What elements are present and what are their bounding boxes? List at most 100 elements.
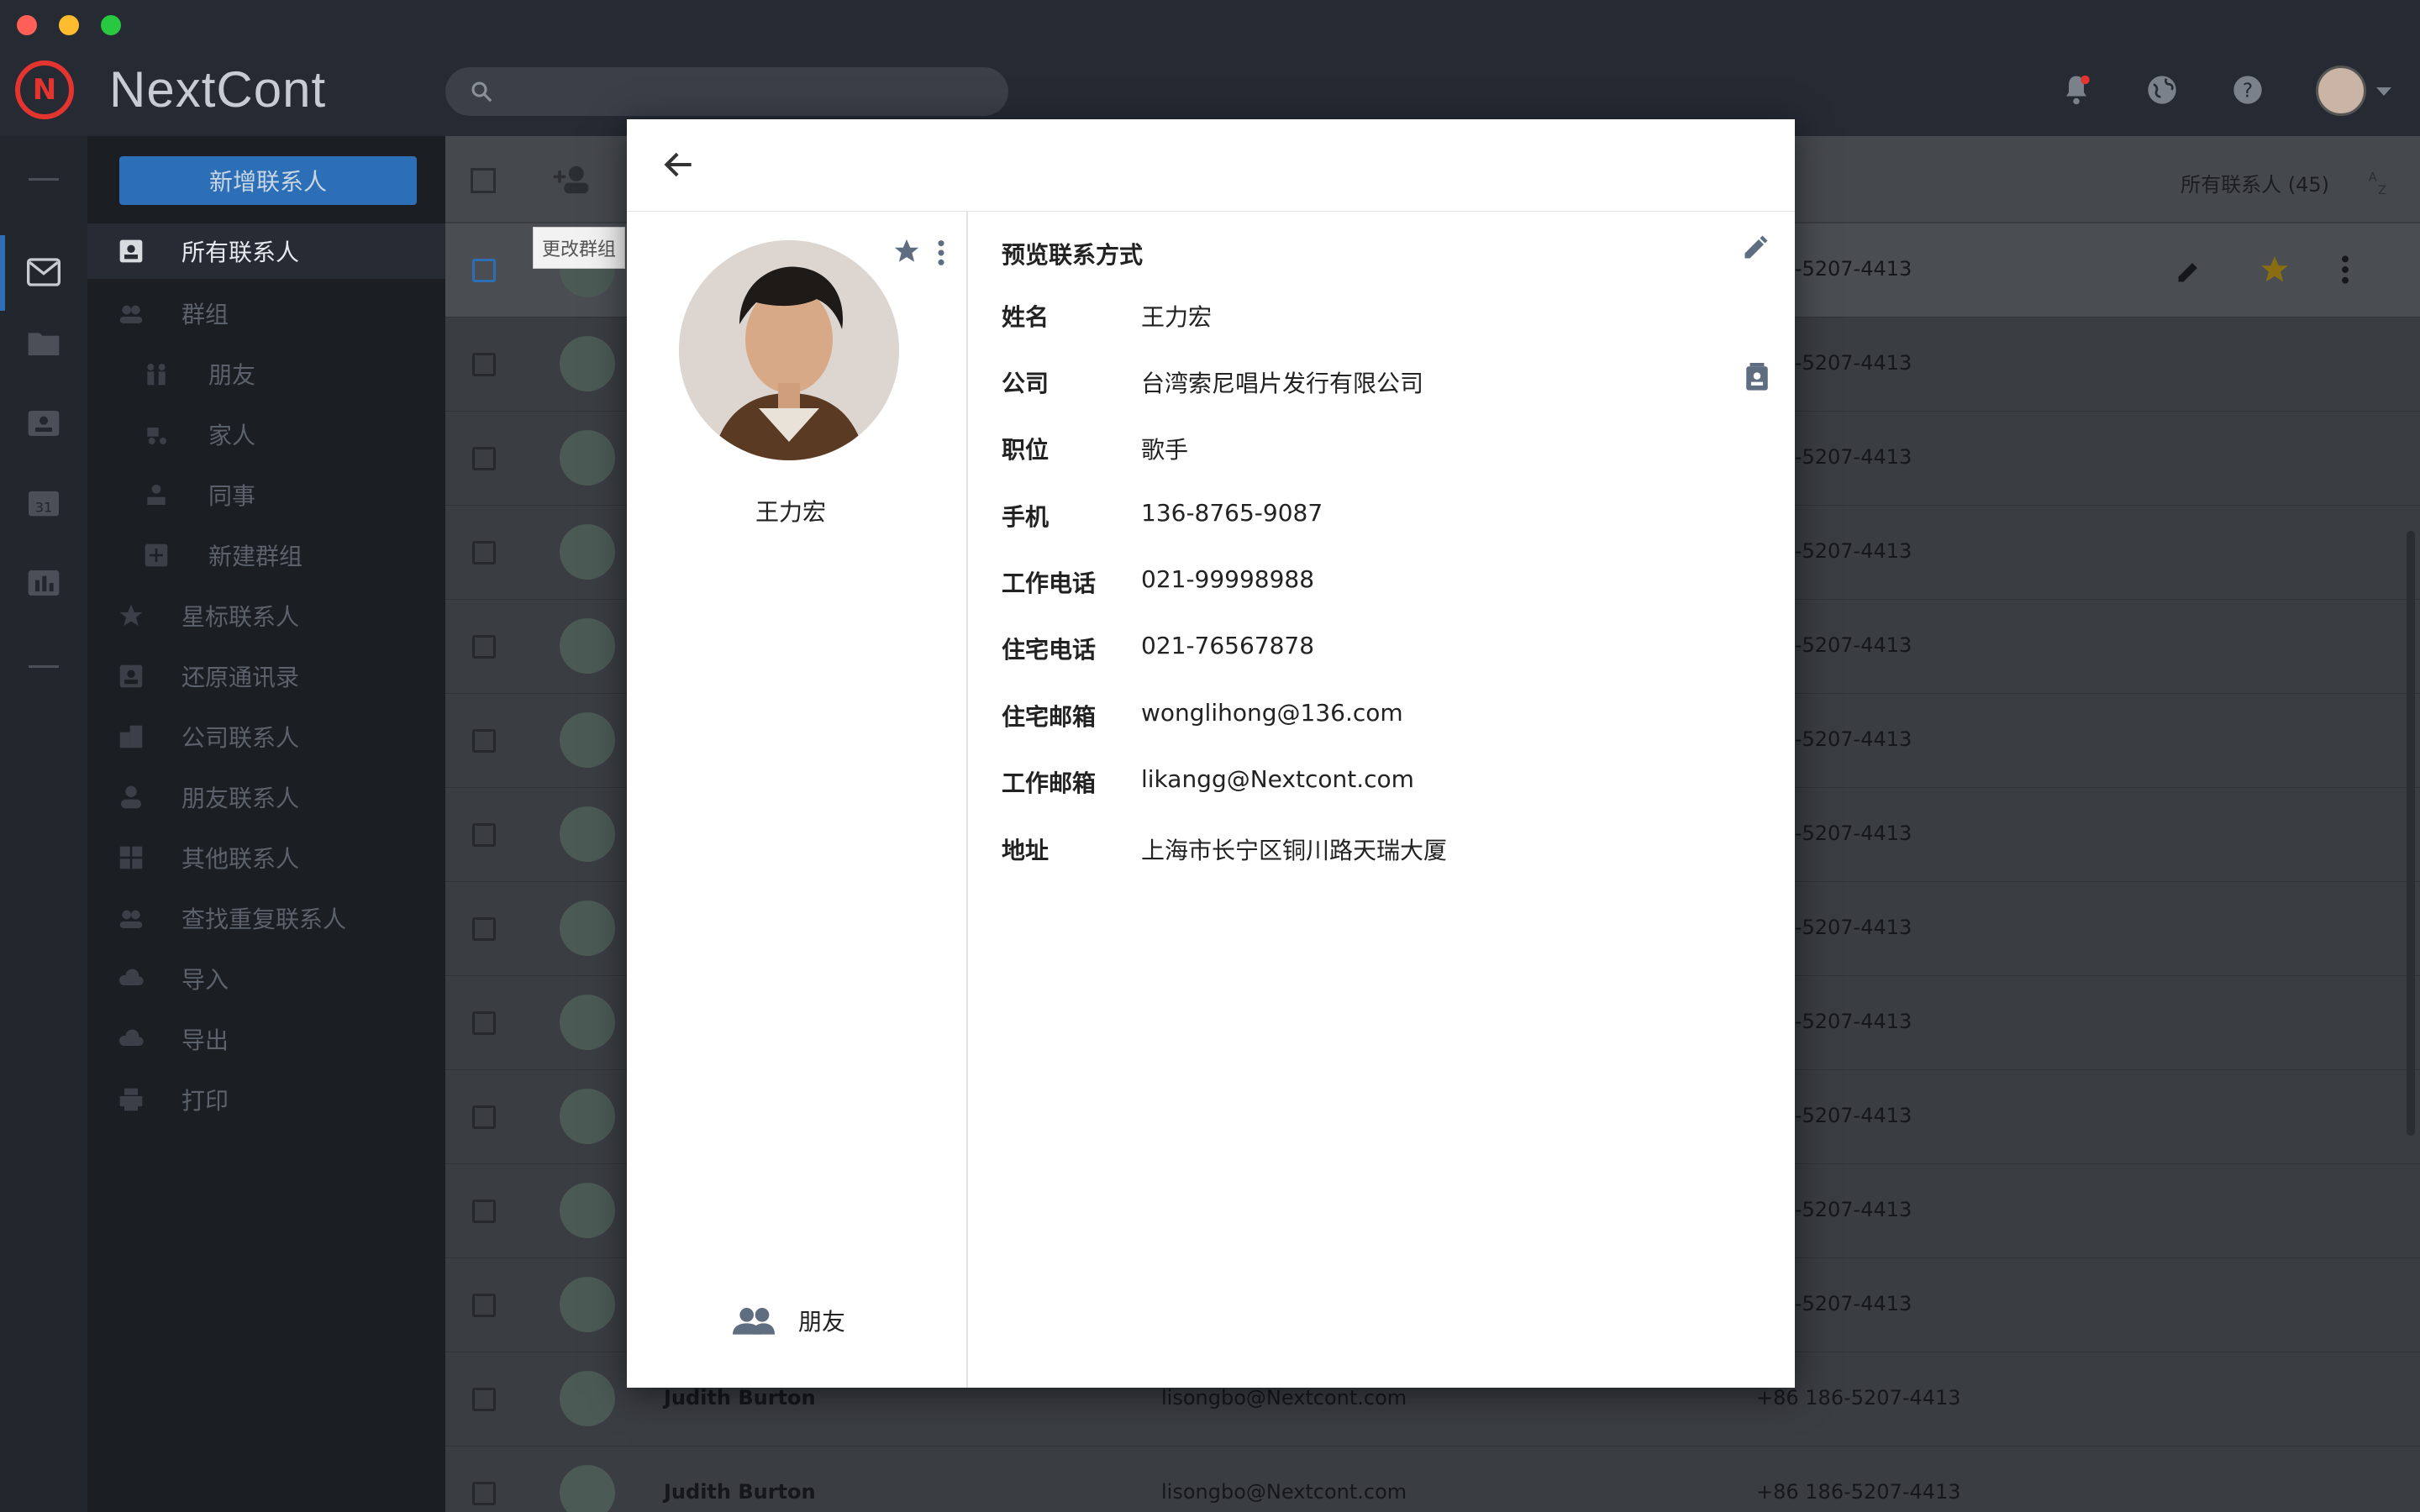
app-window: N NextCont ? 31 新增联系人 所有联系人 群组 朋友 家人 同事 … <box>0 0 2420 1512</box>
field-value[interactable]: 021-99998988 <box>1141 565 1314 593</box>
search-icon <box>471 81 492 102</box>
more-vert-icon[interactable] <box>936 239 946 267</box>
field-label: 工作电话 <box>1002 570 1097 597</box>
sort-az-icon[interactable]: AZ <box>2366 168 2395 197</box>
sidebar-item-import[interactable]: 导入 <box>87 951 445 1006</box>
calendar-icon[interactable]: 31 <box>27 487 60 517</box>
field-label: 地址 <box>1002 837 1050 864</box>
nextcont-logo-icon: N <box>15 60 74 119</box>
row-checkbox[interactable] <box>472 259 496 282</box>
row-checkbox[interactable] <box>472 1294 496 1317</box>
row-checkbox[interactable] <box>472 1388 496 1411</box>
field-name: 姓名 王力宏 <box>1002 299 1758 341</box>
sidebar-item-label: 星标联系人 <box>182 603 300 631</box>
sidebar-item-groups[interactable]: 群组 <box>87 286 445 341</box>
sidebar-item-label: 家人 <box>208 422 256 449</box>
row-checkbox[interactable] <box>472 729 496 753</box>
search-input[interactable] <box>445 67 1008 116</box>
sidebar-item-label: 朋友 <box>208 361 256 389</box>
table-row[interactable]: Judith Burton lisongbo@Nextcont.com +86 18… <box>445 1446 2420 1512</box>
sidebar-item-family[interactable]: 家人 <box>87 407 445 462</box>
row-checkbox[interactable] <box>472 1011 496 1035</box>
contacts-icon[interactable] <box>27 408 60 438</box>
back-arrow-icon[interactable] <box>660 146 697 183</box>
sidebar-item-find-duplicates[interactable]: 查找重复联系人 <box>87 890 445 946</box>
new-contact-button[interactable]: 新增联系人 <box>119 156 417 205</box>
sidebar-item-label: 导入 <box>182 966 229 994</box>
star-icon[interactable] <box>2259 254 2291 286</box>
sidebar-item-starred[interactable]: 星标联系人 <box>87 588 445 643</box>
mail-icon[interactable] <box>27 257 60 287</box>
brand-name: NextCont <box>109 61 327 118</box>
avatar <box>560 430 615 486</box>
row-checkbox[interactable] <box>472 447 496 470</box>
contact-group[interactable]: 朋友 <box>733 1304 845 1337</box>
help-icon[interactable]: ? <box>2227 69 2269 111</box>
row-checkbox[interactable] <box>472 541 496 564</box>
svg-text:?: ? <box>2243 78 2253 102</box>
sidebar-item-company-contacts[interactable]: 公司联系人 <box>87 709 445 764</box>
contact-count-label: 所有联系人 (45) <box>2181 173 2329 197</box>
chart-icon[interactable] <box>27 568 60 598</box>
avatar <box>560 1465 615 1512</box>
contact-name: Judith Burton <box>664 1386 816 1410</box>
sidebar-item-friends[interactable]: 朋友 <box>87 346 445 402</box>
sidebar-item-label: 其他联系人 <box>182 845 300 873</box>
edit-icon[interactable] <box>2175 255 2205 286</box>
sidebar-item-label: 新建群组 <box>208 543 303 570</box>
star-icon[interactable] <box>892 237 921 265</box>
row-checkbox[interactable] <box>472 823 496 847</box>
field-label: 职位 <box>1002 436 1050 464</box>
field-value[interactable]: 021-76567878 <box>1141 632 1314 659</box>
sidebar-item-new-group[interactable]: 新建群组 <box>87 528 445 583</box>
sidebar-item-export[interactable]: 导出 <box>87 1011 445 1067</box>
chevron-down-icon[interactable] <box>2376 87 2391 96</box>
person-icon <box>121 785 141 809</box>
field-value[interactable]: likangg@Nextcont.com <box>1141 765 1414 793</box>
folder-icon[interactable] <box>27 328 60 358</box>
row-checkbox[interactable] <box>472 353 496 376</box>
row-checkbox[interactable] <box>472 1482 496 1505</box>
row-checkbox[interactable] <box>472 635 496 659</box>
dialog-header <box>627 119 1795 212</box>
notification-bell-icon[interactable] <box>2055 69 2097 111</box>
avatar <box>560 995 615 1050</box>
field-work-email: 工作邮箱 likangg@Nextcont.com <box>1002 765 1758 807</box>
portrait-image <box>679 240 899 460</box>
sidebar-item-friend-contacts[interactable]: 朋友联系人 <box>87 769 445 825</box>
star-icon <box>119 604 143 626</box>
top-bar: N NextCont ? <box>0 0 2420 136</box>
minimize-window-button[interactable] <box>59 15 79 35</box>
field-value[interactable]: wonglihong@136.com <box>1141 699 1403 727</box>
sidebar-item-print[interactable]: 打印 <box>87 1072 445 1127</box>
select-all-checkbox[interactable] <box>471 168 496 193</box>
rail-divider <box>29 178 59 181</box>
field-label: 手机 <box>1002 503 1050 531</box>
edit-icon[interactable] <box>1741 232 1771 262</box>
sidebar-item-all-contacts[interactable]: 所有联系人 <box>87 223 445 279</box>
row-checkbox[interactable] <box>472 1200 496 1223</box>
sidebar-item-label: 公司联系人 <box>182 724 300 752</box>
maximize-window-button[interactable] <box>101 15 121 35</box>
contact-phone: +86 186-5207-4413 <box>1756 1480 1961 1504</box>
field-value[interactable]: 136-8765-9087 <box>1141 499 1323 527</box>
avatar <box>560 524 615 580</box>
row-checkbox[interactable] <box>472 917 496 941</box>
sidebar-item-other-contacts[interactable]: 其他联系人 <box>87 830 445 885</box>
svg-text:31: 31 <box>35 499 53 515</box>
avatar <box>560 618 615 674</box>
field-mobile: 手机 136-8765-9087 <box>1002 499 1758 541</box>
more-vert-icon[interactable] <box>2339 254 2351 286</box>
user-avatar[interactable] <box>2316 66 2366 116</box>
sidebar-item-colleagues[interactable]: 同事 <box>87 467 445 522</box>
field-label: 公司 <box>1002 370 1050 397</box>
contact-detail-dialog: 王力宏 朋友 预览联系方式 姓名 王力宏 公司 台湾索尼唱片发行有限公司 职位 歌手 … <box>627 119 1795 1388</box>
family-icon <box>147 428 166 444</box>
add-person-icon[interactable] <box>551 165 598 195</box>
sidebar-item-restore[interactable]: 还原通讯录 <box>87 648 445 704</box>
group-icon <box>733 1308 775 1335</box>
close-window-button[interactable] <box>17 15 37 35</box>
row-checkbox[interactable] <box>472 1105 496 1129</box>
globe-icon[interactable] <box>2141 69 2183 111</box>
scrollbar[interactable] <box>2407 531 2415 1136</box>
